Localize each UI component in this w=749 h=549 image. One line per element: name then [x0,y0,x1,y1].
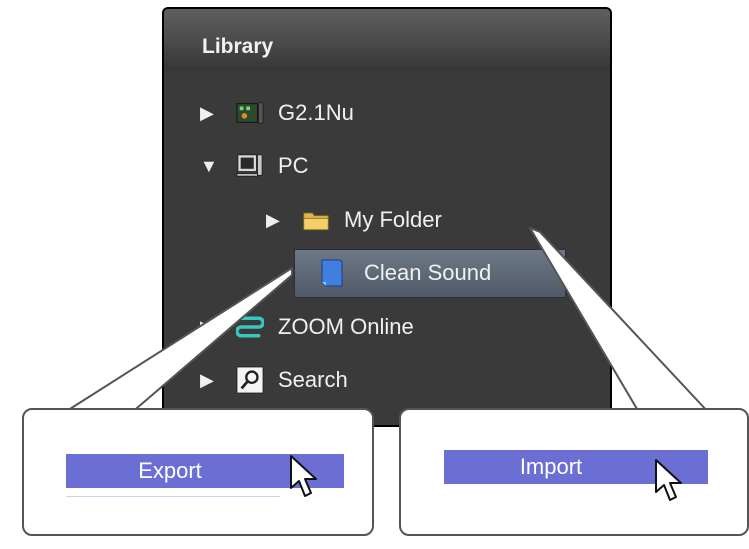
mouse-cursor-icon [290,455,317,497]
menu-divider [66,496,280,497]
export-callout: Export [22,408,374,536]
export-label: Export [138,458,202,483]
import-callout: Import [399,408,749,536]
mouse-cursor-icon [655,459,682,501]
import-label: Import [519,454,583,479]
